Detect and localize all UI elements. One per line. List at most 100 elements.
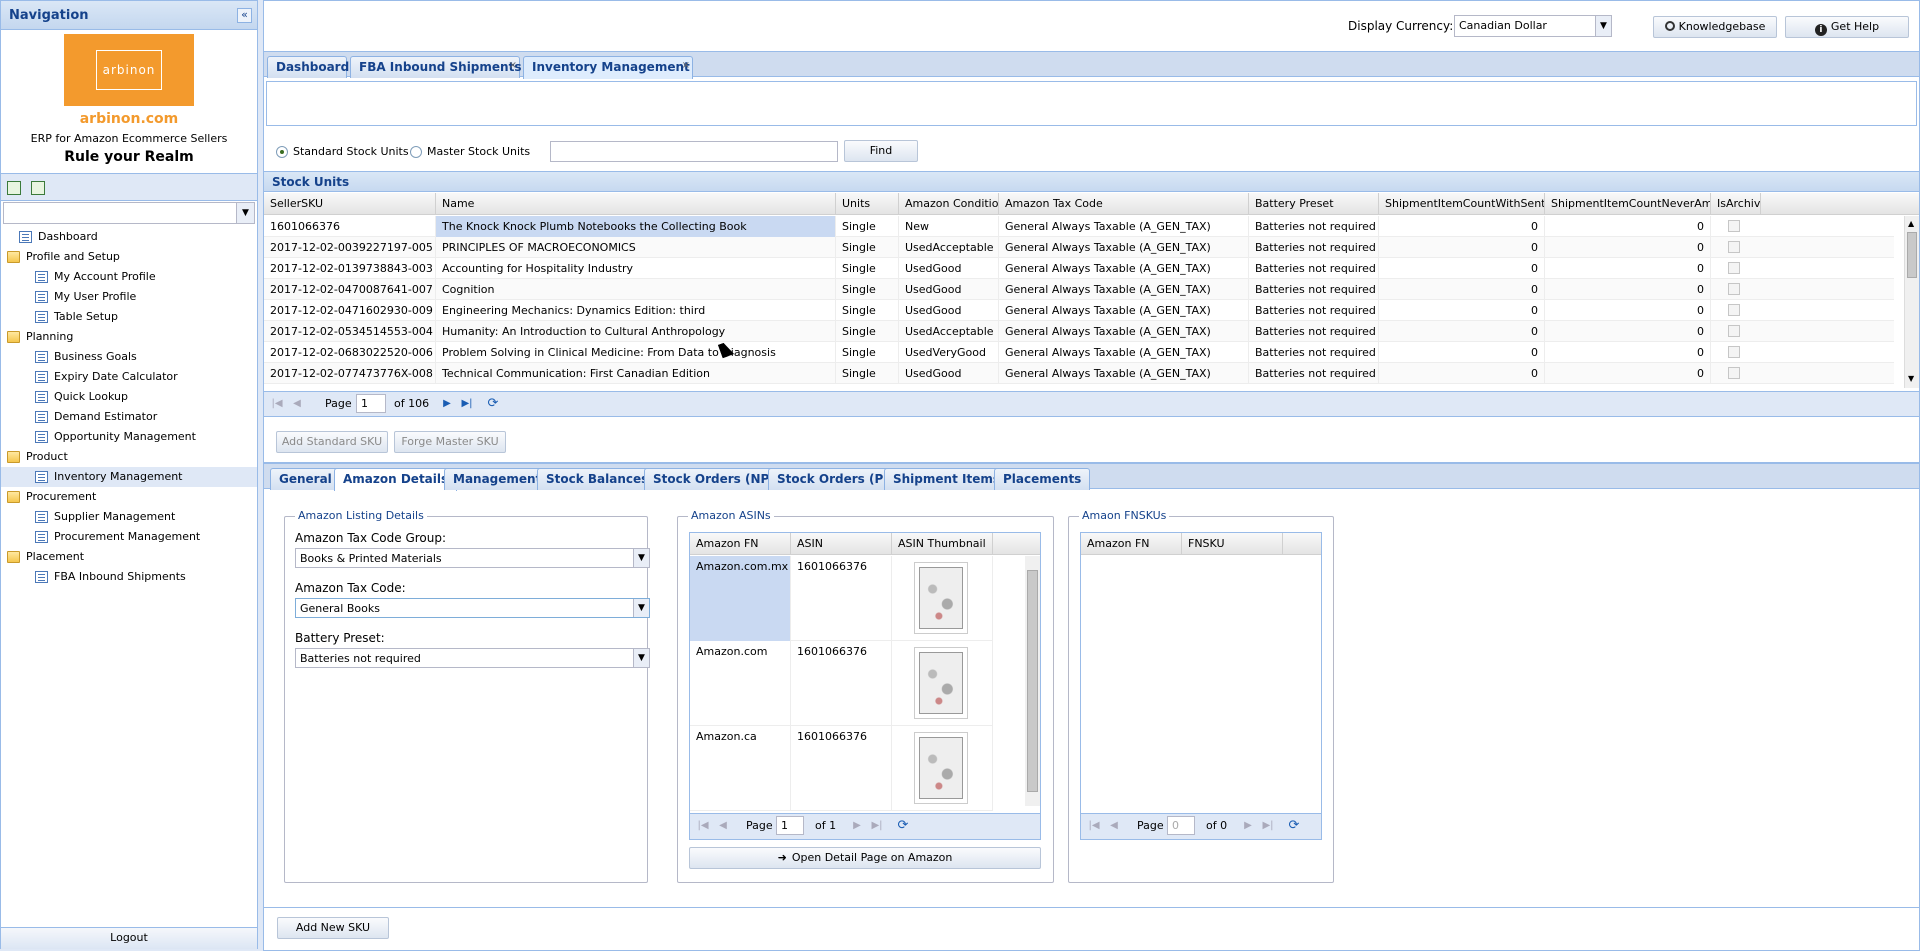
sidebar-item-procurement[interactable]: Procurement <box>1 487 257 507</box>
sidebar-item-dashboard[interactable]: Dashboard <box>1 227 257 247</box>
first-page-icon[interactable]: |◀ <box>696 819 710 833</box>
last-page-icon[interactable]: ▶| <box>460 397 474 411</box>
page-number-input[interactable]: 1 <box>776 816 804 835</box>
column-header[interactable]: ShipmentItemCountNeverAmaz <box>1545 193 1711 215</box>
tab-placements[interactable]: Placements <box>994 468 1091 490</box>
column-header[interactable]: SellerSKU <box>264 193 436 215</box>
tax-code-select[interactable]: General Books ▼ <box>295 598 650 618</box>
sidebar-item-opportunity-management[interactable]: Opportunity Management <box>1 427 257 447</box>
column-header[interactable]: ASIN Thumbnail <box>892 533 993 555</box>
is-archived-checkbox[interactable] <box>1728 325 1740 337</box>
last-page-icon[interactable]: ▶| <box>1261 819 1275 833</box>
search-input[interactable] <box>550 141 838 162</box>
table-row[interactable]: 2017-12-02-0534514553-004 Humanity: An In… <box>264 321 1894 342</box>
asin-thumbnail[interactable] <box>914 732 968 804</box>
sidebar-item-expiry-date-calculator[interactable]: Expiry Date Calculator <box>1 367 257 387</box>
sidebar-item-fba-inbound-shipments[interactable]: FBA Inbound Shipments <box>1 567 257 587</box>
tab-stock-orders-np[interactable]: Stock Orders (NP) <box>644 468 784 490</box>
expand-all-icon[interactable] <box>7 181 21 195</box>
sidebar-item-table-setup[interactable]: Table Setup <box>1 307 257 327</box>
open-detail-page-button[interactable]: ➜ Open Detail Page on Amazon <box>689 847 1041 869</box>
last-page-icon[interactable]: ▶| <box>870 819 884 833</box>
master-stock-units-radio[interactable] <box>410 146 422 158</box>
currency-select[interactable]: Canadian Dollar ▼ <box>1454 15 1612 37</box>
is-archived-checkbox[interactable] <box>1728 346 1740 358</box>
column-header[interactable]: Amazon Condition <box>899 193 999 215</box>
page-number-input[interactable]: 1 <box>356 394 386 413</box>
tab-fba-inbound-shipments[interactable]: FBA Inbound Shipments × <box>350 56 521 78</box>
sidebar-item-supplier-management[interactable]: Supplier Management <box>1 507 257 527</box>
tab-stock-balances[interactable]: Stock Balances <box>537 468 658 490</box>
column-header[interactable]: Amazon Tax Code <box>999 193 1249 215</box>
tab-stock-orders-p[interactable]: Stock Orders (P) <box>768 468 898 490</box>
refresh-icon[interactable]: ⟳ <box>896 819 910 833</box>
sidebar-item-planning[interactable]: Planning <box>1 327 257 347</box>
tab-general[interactable]: General <box>270 468 341 490</box>
page-number-input[interactable]: 0 <box>1167 816 1195 835</box>
next-page-icon[interactable]: ▶ <box>1241 819 1255 833</box>
sidebar-item-product[interactable]: Product <box>1 447 257 467</box>
navigation-filter-combo[interactable]: ▼ <box>3 202 255 224</box>
battery-preset-select[interactable]: Batteries not required ▼ <box>295 648 650 668</box>
asin-thumbnail[interactable] <box>914 562 968 634</box>
collapse-panel-button[interactable]: « <box>237 8 252 23</box>
logout-button[interactable]: Logout <box>1 927 257 949</box>
refresh-icon[interactable]: ⟳ <box>1287 819 1301 833</box>
tab-amazon-details[interactable]: Amazon Details <box>334 468 458 491</box>
sidebar-item-inventory-management[interactable]: Inventory Management <box>1 467 257 487</box>
find-button[interactable]: Find <box>844 140 918 162</box>
close-icon[interactable]: × <box>509 56 517 76</box>
column-header[interactable]: Battery Preset <box>1249 193 1379 215</box>
prev-page-icon[interactable]: ◀ <box>290 397 304 411</box>
column-header[interactable]: IsArchive <box>1711 193 1761 215</box>
scroll-up-icon[interactable]: ▲ <box>1908 219 1914 228</box>
close-icon[interactable]: × <box>682 56 690 76</box>
sidebar-item-demand-estimator[interactable]: Demand Estimator <box>1 407 257 427</box>
collapse-all-icon[interactable] <box>31 181 45 195</box>
is-archived-checkbox[interactable] <box>1728 241 1740 253</box>
column-header[interactable]: Amazon FN <box>690 533 791 555</box>
next-page-icon[interactable]: ▶ <box>440 397 454 411</box>
table-row[interactable]: 2017-12-02-077473776X-008 Technical Commu… <box>264 363 1894 384</box>
column-header[interactable]: ShipmentItemCountWithSentFe <box>1379 193 1545 215</box>
first-page-icon[interactable]: |◀ <box>1087 819 1101 833</box>
asin-row[interactable]: Amazon.com.mx 1601066376 <box>690 556 993 641</box>
add-standard-sku-button[interactable]: Add Standard SKU <box>276 431 388 453</box>
sidebar-item-business-goals[interactable]: Business Goals <box>1 347 257 367</box>
table-row[interactable]: 2017-12-02-0139738843-003 Accounting for … <box>264 258 1894 279</box>
tab-management[interactable]: Management <box>444 468 551 490</box>
scroll-down-icon[interactable]: ▼ <box>1908 374 1914 383</box>
standard-stock-units-radio[interactable] <box>276 146 288 158</box>
tax-code-group-select[interactable]: Books & Printed Materials ▼ <box>295 548 650 568</box>
table-row[interactable]: 2017-12-02-0683022520-006 Problem Solving… <box>264 342 1894 363</box>
column-header[interactable]: Units <box>836 193 899 215</box>
add-new-sku-button[interactable]: Add New SKU <box>277 917 389 939</box>
refresh-icon[interactable]: ⟳ <box>486 397 500 411</box>
first-page-icon[interactable]: |◀ <box>270 397 284 411</box>
table-row[interactable]: 2017-12-02-0470087641-007 Cognition Single… <box>264 279 1894 300</box>
is-archived-checkbox[interactable] <box>1728 283 1740 295</box>
prev-page-icon[interactable]: ◀ <box>716 819 730 833</box>
sidebar-item-placement[interactable]: Placement <box>1 547 257 567</box>
sidebar-item-my-account-profile[interactable]: My Account Profile <box>1 267 257 287</box>
asin-row[interactable]: Amazon.ca 1601066376 <box>690 726 993 811</box>
table-row[interactable]: 1601066376 The Knock Knock Plumb Notebook… <box>264 216 1894 237</box>
next-page-icon[interactable]: ▶ <box>850 819 864 833</box>
sidebar-item-profile-and-setup[interactable]: Profile and Setup <box>1 247 257 267</box>
sidebar-item-quick-lookup[interactable]: Quick Lookup <box>1 387 257 407</box>
tab-inventory-management[interactable]: Inventory Management × <box>523 56 693 79</box>
table-row[interactable]: 2017-12-02-0471602930-009 Engineering Mec… <box>264 300 1894 321</box>
forge-master-sku-button[interactable]: Forge Master SKU <box>394 431 506 453</box>
chevron-down-icon[interactable]: ▼ <box>633 599 649 617</box>
grid-scrollbar[interactable]: ▲ ▼ <box>1904 216 1919 388</box>
column-header[interactable]: ASIN <box>791 533 892 555</box>
chevron-down-icon[interactable]: ▼ <box>633 649 649 667</box>
prev-page-icon[interactable]: ◀ <box>1107 819 1121 833</box>
sidebar-item-my-user-profile[interactable]: My User Profile <box>1 287 257 307</box>
is-archived-checkbox[interactable] <box>1728 304 1740 316</box>
column-header[interactable]: FNSKU <box>1182 533 1283 555</box>
chevron-down-icon[interactable]: ▼ <box>633 549 649 567</box>
knowledgebase-button[interactable]: Knowledgebase <box>1653 16 1777 38</box>
tab-shipment-items[interactable]: Shipment Items <box>884 468 1009 490</box>
asin-row[interactable]: Amazon.com 1601066376 <box>690 641 993 726</box>
